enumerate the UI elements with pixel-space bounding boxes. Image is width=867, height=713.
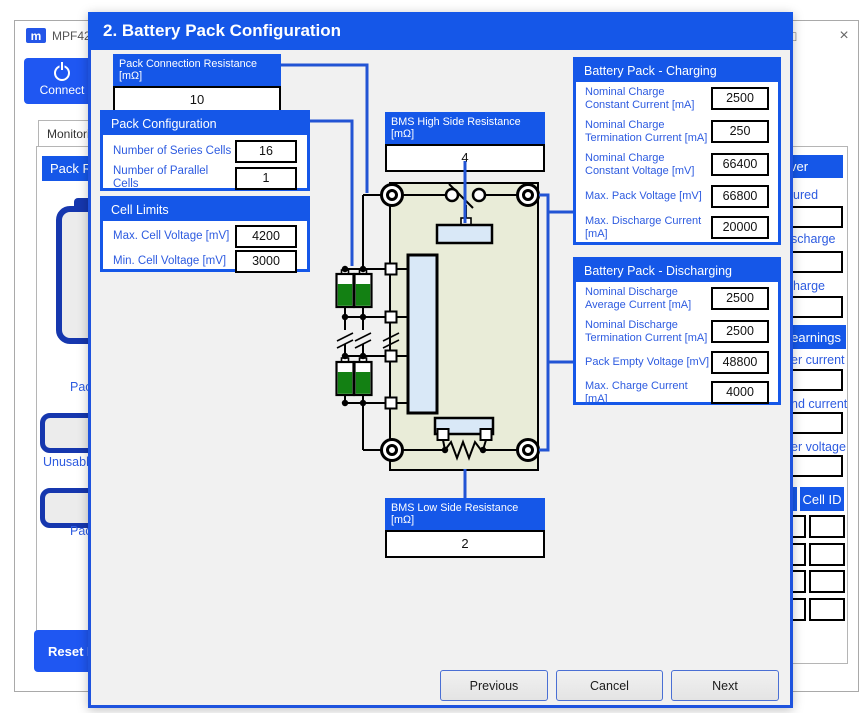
- nom-charge-termination-current-label: Nominal Charge Termination Current [mA]: [585, 119, 711, 145]
- pack-configuration-header: Pack Configuration: [103, 113, 307, 135]
- nom-charge-constant-current-input[interactable]: 2500: [711, 87, 769, 110]
- min-cell-voltage-input[interactable]: 3000: [235, 250, 297, 273]
- discharge-label: scharge: [791, 232, 835, 246]
- nom-charge-constant-voltage-input[interactable]: 66400: [711, 153, 769, 176]
- pack-configuration-panel: Pack Configuration Number of Series Cell…: [100, 110, 310, 191]
- cell-limits-header: Cell Limits: [103, 199, 307, 221]
- nom-charge-termination-current-input[interactable]: 250: [711, 120, 769, 143]
- bms-high-side-header: BMS High Side Resistance [mΩ]: [385, 112, 545, 144]
- max-cell-voltage-input[interactable]: 4200: [235, 225, 297, 248]
- parallel-cells-label: Number of Parallel Cells: [113, 165, 235, 191]
- charging-panel: Battery Pack - Charging Nominal Charge C…: [573, 57, 781, 245]
- next-button[interactable]: Next: [671, 670, 779, 701]
- battery-cells: [337, 270, 372, 395]
- parallel-cells-input[interactable]: 1: [235, 167, 297, 190]
- fet-block: [437, 225, 492, 243]
- cell-limits-panel: Cell Limits Max. Cell Voltage [mV] 4200 …: [100, 196, 310, 272]
- battery-pack-schematic: [330, 175, 575, 487]
- discharging-panel: Battery Pack - Discharging Nominal Disch…: [573, 257, 781, 405]
- cancel-button[interactable]: Cancel: [556, 670, 663, 701]
- pack-connection-header: Pack Connection Resistance [mΩ]: [113, 54, 281, 86]
- max-cell-voltage-label: Max. Cell Voltage [mV]: [113, 230, 229, 243]
- pack-empty-voltage-input[interactable]: 48800: [711, 351, 769, 374]
- nom-discharge-average-current-label: Nominal Discharge Average Current [mA]: [585, 286, 711, 312]
- series-cells-label: Number of Series Cells: [113, 145, 231, 158]
- cellid-field-b4[interactable]: [809, 598, 845, 621]
- mps-logo-icon: m: [26, 28, 46, 43]
- max-charge-current-label: Max. Charge Current [mA]: [585, 380, 711, 406]
- nom-discharge-termination-current-label: Nominal Discharge Termination Current [m…: [585, 319, 711, 345]
- bms-low-side-panel: BMS Low Side Resistance [mΩ] 2: [385, 498, 545, 558]
- charge-label: harge: [793, 279, 825, 293]
- bms-low-side-input[interactable]: 2: [385, 530, 545, 558]
- nom-discharge-average-current-input[interactable]: 2500: [711, 287, 769, 310]
- nom-charge-constant-voltage-label: Nominal Charge Constant Voltage [mV]: [585, 152, 711, 178]
- pack-connection-panel: Pack Connection Resistance [mΩ] 10: [113, 54, 281, 114]
- max-charge-current-input[interactable]: 4000: [711, 381, 769, 404]
- pack-empty-voltage-label: Pack Empty Voltage [mV]: [585, 356, 711, 369]
- measured-label: ured: [793, 188, 818, 202]
- unusable-label: Unusabl: [43, 455, 89, 469]
- nom-charge-constant-current-label: Nominal Charge Constant Current [mA]: [585, 86, 711, 112]
- min-cell-voltage-label: Min. Cell Voltage [mV]: [113, 255, 226, 268]
- cellid-field-b3[interactable]: [809, 570, 845, 593]
- bms-high-side-panel: BMS High Side Resistance [mΩ] 4: [385, 112, 545, 172]
- current2-label: nd current: [791, 397, 847, 411]
- close-icon[interactable]: ×: [832, 26, 856, 46]
- nom-discharge-termination-current-input[interactable]: 2500: [711, 320, 769, 343]
- series-cells-input[interactable]: 16: [235, 140, 297, 163]
- max-pack-voltage-label: Max. Pack Voltage [mV]: [585, 190, 711, 203]
- bms-low-side-header: BMS Low Side Resistance [mΩ]: [385, 498, 545, 530]
- cellid-field-b1[interactable]: [809, 515, 845, 538]
- screen: m MPF4279 □ × Connect Monitoring Pack Re…: [0, 0, 867, 713]
- discharging-header: Battery Pack - Discharging: [576, 260, 778, 282]
- max-discharge-current-label: Max. Discharge Current [mA]: [585, 215, 711, 241]
- cellid-header: Cell ID: [800, 487, 844, 511]
- max-discharge-current-input[interactable]: 20000: [711, 216, 769, 239]
- charging-header: Battery Pack - Charging: [576, 60, 778, 82]
- connect-button-label: Connect: [40, 83, 85, 97]
- bms-high-side-input[interactable]: 4: [385, 144, 545, 172]
- previous-button[interactable]: Previous: [440, 670, 548, 701]
- cellid-field-b2[interactable]: [809, 543, 845, 566]
- voltage-label: er voltage: [791, 440, 846, 454]
- afe-ic-block: [408, 255, 437, 413]
- power-icon: [54, 65, 70, 81]
- dialog-title: 2. Battery Pack Configuration: [88, 12, 793, 50]
- max-pack-voltage-input[interactable]: 66800: [711, 185, 769, 208]
- current1-label: er current: [791, 353, 845, 367]
